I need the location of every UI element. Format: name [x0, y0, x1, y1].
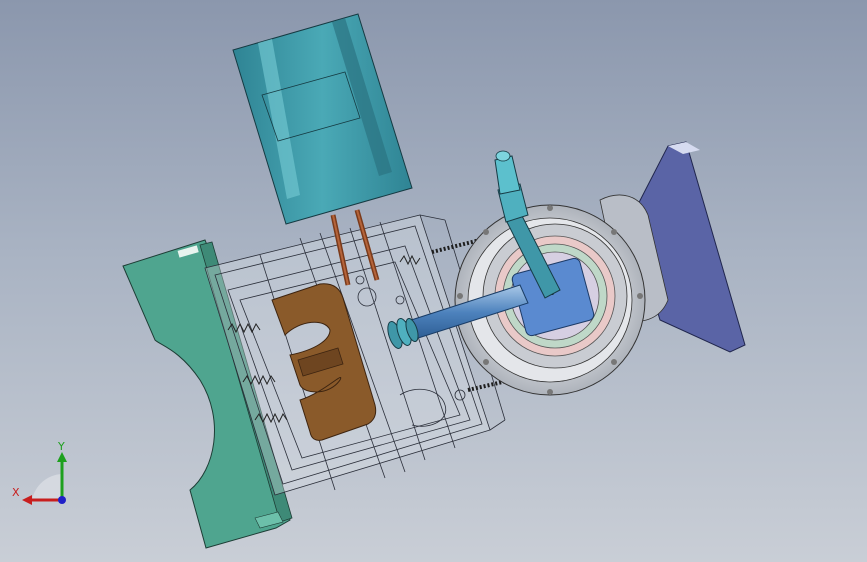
assembly-3d-view[interactable]	[0, 0, 867, 562]
cad-graphics-viewport[interactable]: Y X	[0, 0, 867, 562]
drive-motor-housing[interactable]	[232, 13, 413, 225]
x-axis-label: X	[12, 486, 20, 499]
y-axis-label: Y	[57, 440, 65, 453]
view-orientation-triad-icon: Y X	[12, 440, 67, 505]
